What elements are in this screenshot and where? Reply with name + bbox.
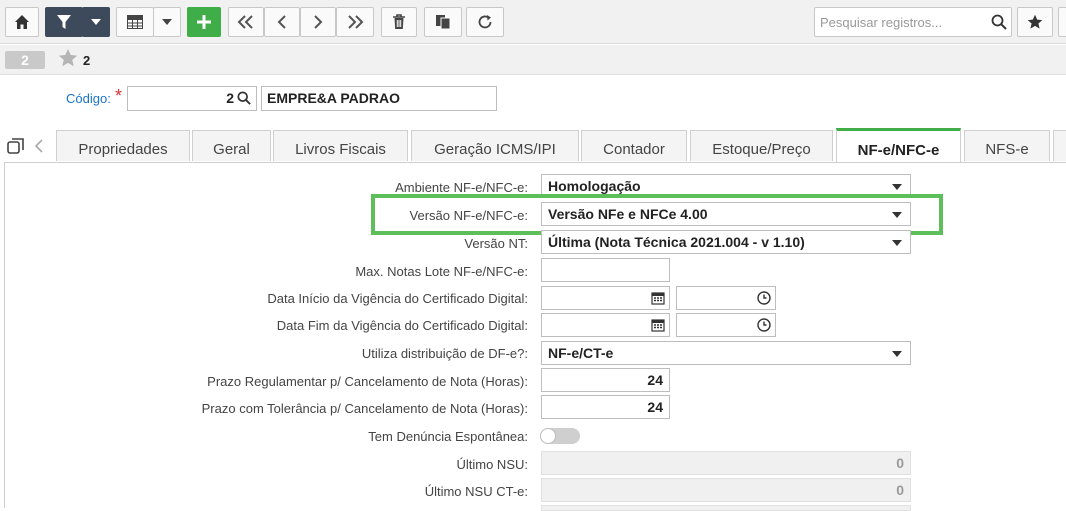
- empresa-name-field[interactable]: EMPRE&A PADRAO: [261, 86, 497, 111]
- last-icon: [348, 15, 364, 29]
- max-notas-input[interactable]: [541, 258, 670, 282]
- plus-icon: [197, 15, 211, 29]
- prazo-tolerancia-input[interactable]: 24: [541, 395, 670, 419]
- ambiente-value: Homologação: [548, 178, 641, 194]
- tabs-scroll-left-icon[interactable]: [34, 138, 44, 154]
- star-icon[interactable]: [58, 48, 78, 68]
- refresh-icon: [478, 15, 492, 29]
- search-icon[interactable]: [237, 91, 251, 105]
- record-number: 2: [5, 51, 45, 69]
- tab-propriedades[interactable]: Propriedades: [56, 130, 190, 161]
- ultimo-nsu-cte-label: Último NSU CT-e:: [424, 484, 528, 499]
- calendar-icon[interactable]: [651, 291, 665, 305]
- tab-geral[interactable]: Geral: [192, 130, 271, 161]
- filter-icon: [57, 15, 71, 29]
- table-icon: [127, 15, 143, 29]
- prev-icon: [277, 15, 286, 29]
- add-button[interactable]: [187, 7, 221, 37]
- tab-geracao-icms-ipi[interactable]: Geração ICMS/IPI: [411, 130, 579, 161]
- overflow-button[interactable]: [1058, 7, 1066, 37]
- data-inicio-label: Data Início da Vigência do Certificado D…: [267, 291, 528, 306]
- versao-nt-label: Versão NT:: [464, 236, 528, 251]
- tab-more[interactable]: [1053, 130, 1066, 161]
- first-record-button[interactable]: [228, 7, 264, 37]
- ultimo-nsu-input: 0: [541, 451, 911, 475]
- denuncia-toggle[interactable]: [540, 428, 580, 444]
- copy-button[interactable]: [424, 7, 462, 37]
- toggle-knob: [540, 428, 556, 444]
- search-icon[interactable]: [991, 14, 1007, 30]
- copy-icon: [436, 15, 451, 30]
- data-inicio-date-input[interactable]: [541, 286, 670, 310]
- distribuicao-select[interactable]: NF-e/CT-e: [541, 341, 911, 365]
- search-input[interactable]: [817, 10, 987, 34]
- expand-icon[interactable]: [7, 138, 25, 156]
- chevron-down-icon: [91, 19, 101, 25]
- record-bar: 2 2: [0, 45, 1066, 75]
- chevron-down-icon: [892, 240, 902, 246]
- star-icon: [1027, 14, 1043, 29]
- panel-border: [4, 162, 5, 508]
- prazo-regulamentar-label: Prazo Regulamentar p/ Cancelamento de No…: [207, 374, 528, 389]
- next-field-partial: [541, 505, 911, 511]
- search-box: [814, 7, 1012, 37]
- versao-nt-select[interactable]: Última (Nota Técnica 2021.004 - v 1.10): [541, 230, 911, 254]
- data-fim-label: Data Fim da Vigência do Certificado Digi…: [276, 318, 528, 333]
- max-notas-label: Max. Notas Lote NF-e/NFC-e:: [355, 264, 528, 279]
- versao-label: Versão NF-e/NFC-e:: [409, 208, 528, 223]
- data-fim-date-input[interactable]: [541, 313, 670, 337]
- filter-dropdown-button[interactable]: [82, 7, 110, 37]
- tabs-row: Propriedades Geral Livros Fiscais Geraçã…: [0, 128, 1066, 163]
- record-favorite-label: 2: [83, 53, 91, 68]
- chevron-down-icon: [162, 19, 172, 25]
- tab-livros-fiscais[interactable]: Livros Fiscais: [273, 130, 408, 161]
- delete-button[interactable]: [381, 7, 417, 37]
- next-icon: [314, 15, 323, 29]
- home-icon: [15, 15, 29, 29]
- data-fim-time-input[interactable]: [676, 313, 776, 337]
- favorite-button[interactable]: [1017, 7, 1053, 37]
- clock-icon[interactable]: [757, 291, 771, 305]
- refresh-button[interactable]: [466, 7, 504, 37]
- tab-nfs-e[interactable]: NFS-e: [964, 130, 1050, 161]
- next-record-button[interactable]: [300, 7, 336, 37]
- versao-nt-value: Última (Nota Técnica 2021.004 - v 1.10): [548, 234, 805, 250]
- tab-estoque-preco[interactable]: Estoque/Preço: [690, 130, 833, 161]
- data-inicio-time-input[interactable]: [676, 286, 776, 310]
- distribuicao-label: Utiliza distribuição de DF-e?:: [361, 346, 528, 361]
- ultimo-nsu-cte-input: 0: [541, 478, 911, 502]
- table-view-dropdown-button[interactable]: [153, 7, 181, 37]
- codigo-label: Código:: [66, 91, 111, 106]
- home-button[interactable]: [5, 7, 39, 37]
- tab-nfe-nfce[interactable]: NF-e/NFC-e: [836, 128, 961, 163]
- distribuicao-value: NF-e/CT-e: [548, 345, 614, 361]
- chevron-down-icon: [892, 212, 902, 218]
- versao-select[interactable]: Versão NFe e NFCe 4.00: [541, 202, 911, 226]
- ambiente-label: Ambiente NF-e/NFC-e:: [395, 180, 528, 195]
- last-record-button[interactable]: [336, 7, 374, 37]
- previous-record-button[interactable]: [264, 7, 300, 37]
- calendar-icon[interactable]: [651, 318, 665, 332]
- prazo-regulamentar-input[interactable]: 24: [541, 368, 670, 392]
- chevron-down-icon: [892, 184, 902, 190]
- filter-button[interactable]: [45, 7, 83, 37]
- versao-value: Versão NFe e NFCe 4.00: [548, 206, 708, 222]
- required-mark: *: [115, 86, 123, 106]
- tabs-baseline: [4, 162, 1066, 163]
- first-icon: [237, 15, 253, 29]
- denuncia-label: Tem Denúncia Espontânea:: [368, 429, 528, 444]
- table-view-button[interactable]: [116, 7, 154, 37]
- tab-contador[interactable]: Contador: [581, 130, 687, 161]
- ultimo-nsu-label: Último NSU:: [456, 457, 528, 472]
- trash-icon: [393, 14, 405, 29]
- chevron-down-icon: [892, 351, 902, 357]
- toolbar: [0, 0, 1066, 44]
- prazo-tolerancia-label: Prazo com Tolerância p/ Cancelamento de …: [201, 401, 528, 416]
- clock-icon[interactable]: [757, 318, 771, 332]
